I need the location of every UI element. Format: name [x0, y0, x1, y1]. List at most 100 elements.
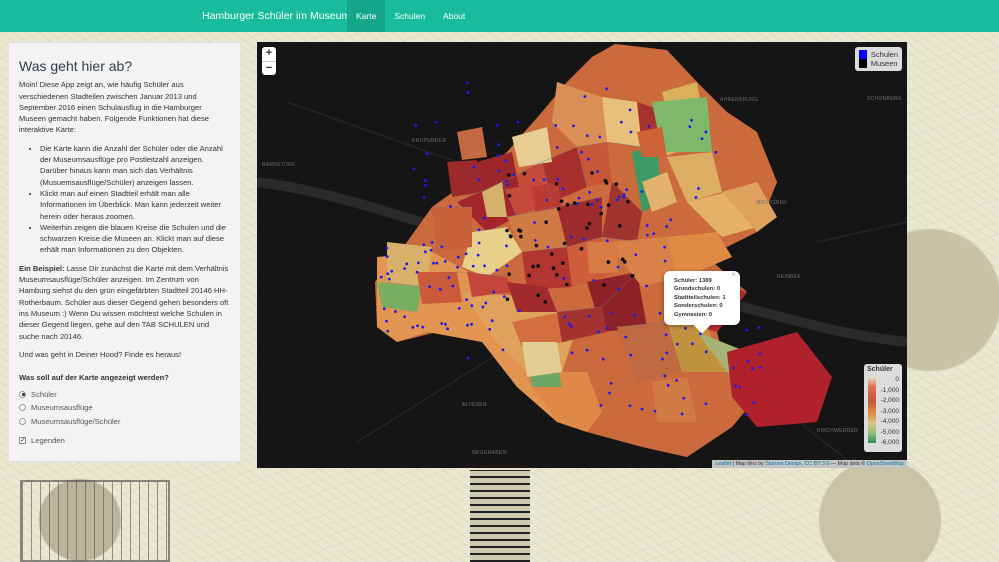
school-marker[interactable] — [605, 87, 609, 91]
school-marker[interactable] — [572, 124, 575, 128]
school-marker[interactable] — [690, 118, 693, 122]
school-marker[interactable] — [697, 187, 700, 190]
school-marker[interactable] — [497, 169, 501, 173]
school-marker[interactable] — [477, 228, 481, 232]
museum-marker[interactable] — [522, 171, 527, 176]
school-marker[interactable] — [617, 287, 621, 291]
museum-marker[interactable] — [626, 199, 630, 204]
school-marker[interactable] — [625, 188, 629, 191]
museum-marker[interactable] — [565, 202, 570, 207]
museum-marker[interactable] — [507, 272, 511, 277]
school-marker[interactable] — [628, 404, 632, 408]
stamen-link[interactable]: Stamen Design — [765, 461, 801, 467]
school-marker[interactable] — [422, 243, 426, 247]
school-marker[interactable] — [516, 120, 520, 124]
school-marker[interactable] — [675, 378, 678, 382]
school-marker[interactable] — [432, 261, 435, 265]
museum-marker[interactable] — [562, 241, 567, 246]
school-marker[interactable] — [554, 124, 558, 127]
museum-marker[interactable] — [559, 199, 564, 204]
school-marker[interactable] — [430, 240, 434, 244]
school-marker[interactable] — [506, 183, 510, 186]
school-marker[interactable] — [622, 195, 626, 199]
school-marker[interactable] — [512, 173, 516, 177]
school-marker[interactable] — [610, 311, 613, 315]
school-marker[interactable] — [757, 326, 761, 329]
school-marker[interactable] — [482, 216, 486, 220]
museum-marker[interactable] — [554, 181, 559, 186]
school-marker[interactable] — [435, 261, 439, 265]
school-marker[interactable] — [447, 276, 451, 279]
school-marker[interactable] — [592, 279, 596, 282]
school-marker[interactable] — [464, 252, 468, 256]
tab-karte[interactable]: Karte — [347, 0, 386, 32]
school-marker[interactable] — [423, 179, 427, 182]
museum-marker[interactable] — [630, 274, 635, 278]
museum-marker[interactable] — [517, 228, 521, 232]
school-marker[interactable] — [449, 204, 452, 208]
museum-marker[interactable] — [505, 228, 509, 233]
school-marker[interactable] — [440, 245, 444, 249]
school-marker[interactable] — [505, 264, 509, 268]
school-marker[interactable] — [585, 134, 589, 138]
school-marker[interactable] — [640, 407, 644, 411]
museum-marker[interactable] — [527, 273, 531, 278]
school-marker[interactable] — [415, 270, 419, 274]
school-marker[interactable] — [470, 304, 474, 308]
school-marker[interactable] — [505, 179, 508, 183]
school-marker[interactable] — [598, 135, 602, 139]
museum-marker[interactable] — [617, 224, 622, 228]
school-marker[interactable] — [444, 322, 447, 326]
school-marker[interactable] — [465, 81, 469, 85]
museum-marker[interactable] — [508, 234, 513, 239]
school-marker[interactable] — [633, 313, 636, 317]
school-marker[interactable] — [490, 319, 494, 323]
school-marker[interactable] — [569, 235, 573, 239]
school-marker[interactable] — [421, 325, 425, 329]
school-marker[interactable] — [438, 288, 442, 291]
school-marker[interactable] — [385, 246, 389, 250]
museum-marker[interactable] — [587, 221, 592, 226]
school-marker[interactable] — [658, 311, 662, 315]
school-marker[interactable] — [504, 159, 508, 163]
school-marker[interactable] — [567, 322, 571, 326]
school-marker[interactable] — [477, 178, 481, 181]
school-marker[interactable] — [563, 315, 567, 319]
museum-marker[interactable] — [572, 201, 577, 205]
school-marker[interactable] — [561, 187, 565, 191]
museum-marker[interactable] — [543, 300, 548, 304]
school-marker[interactable] — [570, 351, 574, 355]
museum-marker[interactable] — [536, 264, 541, 268]
museum-marker[interactable] — [585, 226, 589, 230]
museum-marker[interactable] — [622, 260, 627, 264]
school-marker[interactable] — [501, 348, 505, 352]
map-container[interactable]: AHRENSBURG SCHÖNBERG BRUNSBEK REINBEK KI… — [257, 42, 907, 468]
school-marker[interactable] — [580, 150, 583, 154]
school-marker[interactable] — [624, 335, 628, 339]
museum-marker[interactable] — [579, 246, 584, 251]
school-marker[interactable] — [661, 357, 664, 361]
school-marker[interactable] — [471, 264, 475, 268]
school-marker[interactable] — [645, 233, 649, 237]
school-marker[interactable] — [663, 374, 667, 378]
school-marker[interactable] — [652, 232, 656, 236]
school-marker[interactable] — [577, 196, 581, 200]
school-marker[interactable] — [466, 323, 469, 327]
school-marker[interactable] — [582, 237, 585, 241]
school-marker[interactable] — [483, 264, 486, 268]
school-marker[interactable] — [417, 261, 420, 265]
school-marker[interactable] — [476, 253, 480, 257]
school-marker[interactable] — [595, 198, 599, 202]
school-marker[interactable] — [412, 167, 416, 171]
school-marker[interactable] — [532, 178, 536, 182]
school-marker[interactable] — [664, 333, 668, 337]
school-marker[interactable] — [714, 150, 718, 154]
school-marker[interactable] — [629, 130, 633, 134]
school-marker[interactable] — [746, 360, 750, 363]
app-brand[interactable]: Hamburger Schüler im Museum — [202, 0, 350, 32]
school-marker[interactable] — [428, 285, 431, 289]
radio-icon[interactable] — [19, 417, 26, 425]
school-marker[interactable] — [608, 391, 611, 395]
school-marker[interactable] — [620, 120, 623, 124]
school-marker[interactable] — [518, 309, 521, 313]
